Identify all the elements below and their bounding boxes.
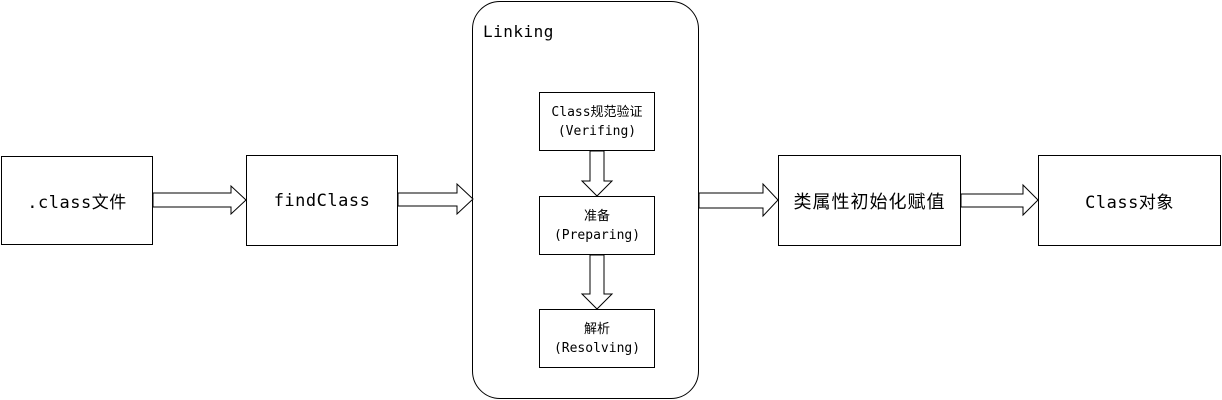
preparing-sublabel: (Preparing) — [553, 227, 641, 243]
arrow-right-3 — [698, 182, 779, 218]
verifying-label: Class规范验证 — [551, 104, 643, 120]
init-box: 类属性初始化赋值 — [778, 155, 961, 246]
class-file-box: .class文件 — [1, 156, 153, 245]
arrow-right-1 — [152, 184, 247, 216]
class-object-label: Class对象 — [1085, 193, 1174, 213]
resolving-box: 解析 (Resolving) — [539, 309, 655, 368]
preparing-label: 准备 — [583, 208, 610, 224]
class-object-box: Class对象 — [1038, 155, 1221, 246]
arrow-right-2 — [397, 182, 474, 216]
arrow-right-4 — [960, 183, 1039, 217]
find-class-label: findClass — [273, 190, 371, 211]
verifying-box: Class规范验证 (Verifing) — [539, 92, 655, 151]
resolving-sublabel: (Resolving) — [553, 340, 641, 356]
linking-title: Linking — [483, 22, 554, 41]
preparing-box: 准备 (Preparing) — [539, 196, 655, 255]
find-class-box: findClass — [246, 155, 398, 246]
resolving-label: 解析 — [583, 321, 610, 337]
verifying-sublabel: (Verifing) — [557, 123, 637, 139]
class-file-label: .class文件 — [27, 193, 127, 213]
init-label: 类属性初始化赋值 — [793, 191, 946, 213]
